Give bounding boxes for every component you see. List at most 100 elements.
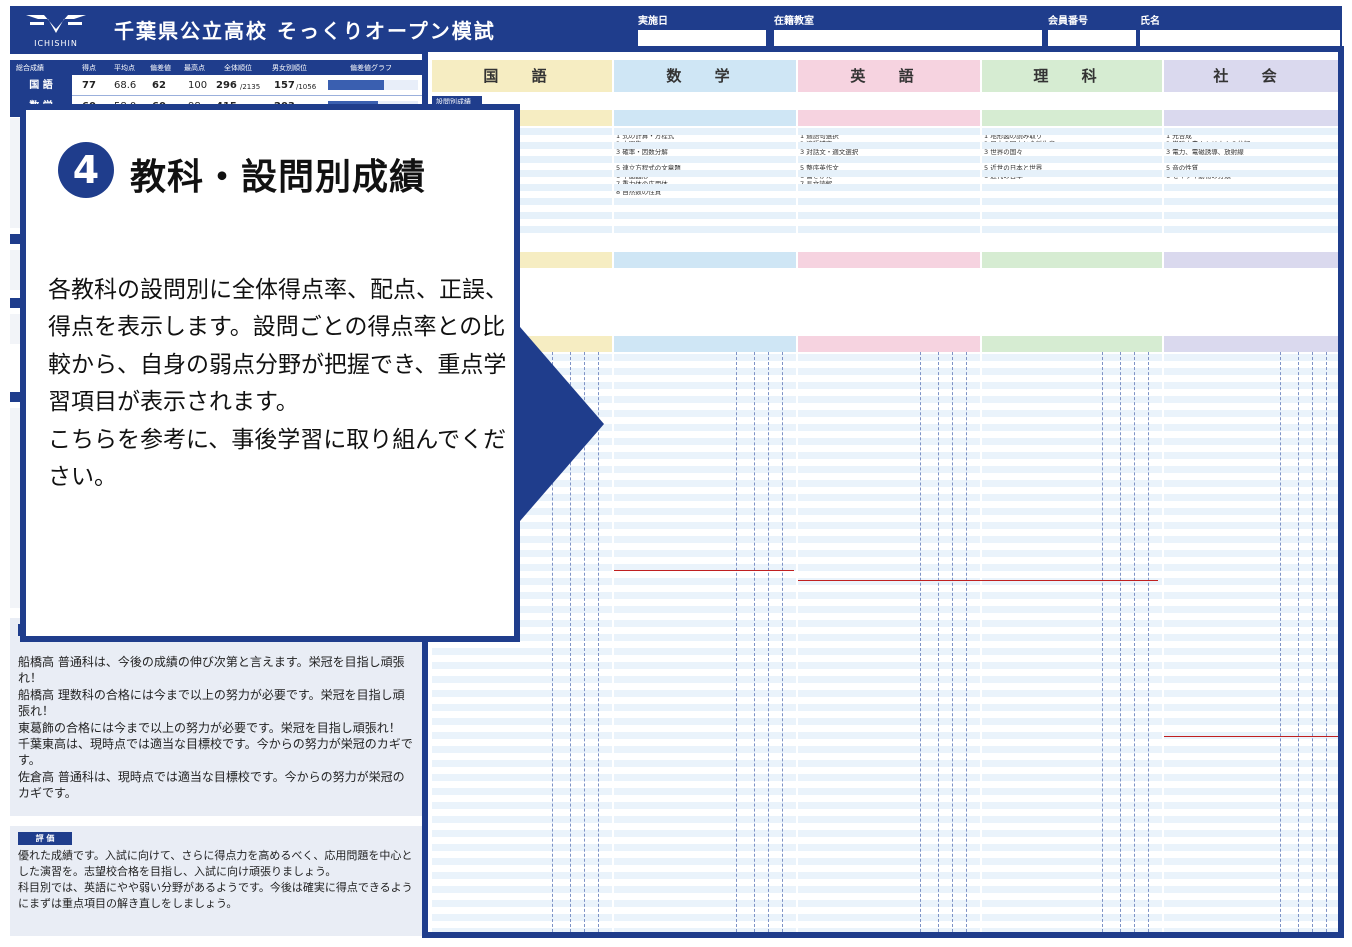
item-row-stripe bbox=[982, 212, 1162, 219]
question-row-stripe bbox=[432, 746, 612, 753]
question-row-stripe bbox=[1164, 354, 1338, 361]
name-label: 氏名 bbox=[1140, 16, 1160, 27]
question-row-stripe bbox=[982, 914, 1162, 921]
question-row-stripe bbox=[1164, 368, 1338, 375]
question-row-stripe bbox=[1164, 466, 1338, 473]
question-row-stripe bbox=[432, 690, 612, 697]
deviation-bar bbox=[328, 80, 418, 90]
question-row-stripe bbox=[982, 368, 1162, 375]
logo-text: ICHISHIN bbox=[34, 39, 78, 48]
weak-item-header-strip bbox=[1164, 252, 1338, 268]
question-row-stripe bbox=[982, 718, 1162, 725]
question-row-stripe bbox=[982, 774, 1162, 781]
summary-col-label: 総合成績 bbox=[16, 64, 44, 72]
question-row-stripe bbox=[1164, 494, 1338, 501]
score-column-divider bbox=[1312, 352, 1313, 932]
weak-item-header-strip bbox=[798, 252, 980, 268]
question-row-stripe bbox=[1164, 536, 1338, 543]
feature-callout: 4 教科・設問別成績 各教科の設問別に全体得点率、配点、正誤、得点を表示します。… bbox=[20, 104, 520, 642]
exam-title: 千葉県公立高校 そっくりオープン模試 bbox=[114, 19, 496, 43]
item-row-stripe bbox=[798, 156, 980, 163]
evaluation-box: 評 価 優れた成績です。入試に向けて、さらに得点力を高めるべく、応用問題を中心と… bbox=[10, 826, 422, 936]
score-column-divider bbox=[1326, 352, 1327, 932]
question-row-stripe bbox=[982, 704, 1162, 711]
summary-header-row: 総合成績 得点 平均点 偏差値 最高点 全体順位 男女別順位 偏差値グラフ bbox=[10, 60, 422, 75]
question-row-stripe bbox=[982, 900, 1162, 907]
score-column-divider bbox=[768, 352, 769, 932]
summary-gender-rank: 157 bbox=[274, 80, 295, 91]
page: ICHISHIN 千葉県公立高校 そっくりオープン模試 実施日 在籍教室 会員番… bbox=[0, 0, 1352, 947]
item-row-stripe bbox=[614, 142, 796, 149]
question-row-stripe bbox=[982, 564, 1162, 571]
subject-english: 英 語 bbox=[798, 60, 980, 92]
question-row-stripe bbox=[1164, 914, 1338, 921]
focus-threshold-line bbox=[1164, 736, 1338, 737]
question-row-stripe bbox=[982, 788, 1162, 795]
question-row-stripe bbox=[1164, 592, 1338, 599]
question-row-stripe bbox=[982, 438, 1162, 445]
question-row-stripe bbox=[982, 760, 1162, 767]
callout-number: 4 bbox=[58, 142, 114, 198]
question-row-stripe bbox=[432, 928, 612, 932]
focus-threshold-line bbox=[614, 570, 794, 571]
question-header-strip bbox=[798, 336, 980, 352]
score-column-divider bbox=[1134, 352, 1135, 932]
question-row-stripe bbox=[982, 830, 1162, 837]
rate-column-divider bbox=[1280, 352, 1281, 932]
focus-threshold-line bbox=[798, 580, 1158, 581]
summary-col-max: 最高点 bbox=[184, 64, 205, 72]
ichishin-logo: ICHISHIN bbox=[16, 9, 96, 51]
subject-japanese: 国 語 bbox=[432, 60, 612, 92]
item-row-stripe bbox=[982, 128, 1162, 135]
rate-column-divider bbox=[920, 352, 921, 932]
summary-gender-total: /1056 bbox=[296, 83, 317, 91]
advice-box: 船橋高 普通科は、今後の成績の伸び次第と言えます。栄冠を目指し頑張れ！ 船橋高 … bbox=[10, 618, 422, 816]
summary-col-score: 得点 bbox=[82, 64, 96, 72]
item-row-stripe bbox=[1164, 128, 1338, 135]
question-row-stripe bbox=[982, 494, 1162, 501]
question-row-stripe bbox=[982, 858, 1162, 865]
subject-science: 理 科 bbox=[982, 60, 1162, 92]
member-number-label: 会員番号 bbox=[1048, 16, 1088, 27]
question-row-stripe bbox=[1164, 382, 1338, 389]
section-marker bbox=[10, 234, 20, 244]
score-column-divider bbox=[782, 352, 783, 932]
question-row-stripe bbox=[982, 690, 1162, 697]
subject-social: 社 会 bbox=[1164, 60, 1338, 92]
item-row-stripe bbox=[798, 170, 980, 177]
question-row-stripe bbox=[982, 746, 1162, 753]
question-row-stripe bbox=[432, 662, 612, 669]
question-row-stripe bbox=[1164, 606, 1338, 613]
question-row-stripe bbox=[1164, 802, 1338, 809]
callout-arrow-icon bbox=[514, 320, 604, 528]
item-row-stripe bbox=[1164, 170, 1338, 177]
question-row-stripe bbox=[432, 732, 612, 739]
item-row-stripe bbox=[614, 198, 796, 205]
summary-score: 77 bbox=[82, 80, 96, 91]
question-row-stripe bbox=[1164, 858, 1338, 865]
item-row-stripe bbox=[614, 128, 796, 135]
item-row-stripe bbox=[614, 212, 796, 219]
item-row-stripe bbox=[614, 170, 796, 177]
question-row-stripe bbox=[982, 732, 1162, 739]
question-row-stripe bbox=[982, 382, 1162, 389]
deviation-bar-fill bbox=[328, 80, 384, 90]
date-field: 実施日 bbox=[638, 12, 766, 48]
item-row-stripe bbox=[798, 184, 980, 191]
rate-column-divider bbox=[1102, 352, 1103, 932]
item-row-stripe bbox=[614, 156, 796, 163]
question-row-stripe bbox=[432, 858, 612, 865]
item-row-stripe bbox=[982, 226, 1162, 233]
summary-rank-total: /2135 bbox=[240, 83, 261, 91]
name-field: 氏名 bbox=[1140, 12, 1340, 48]
question-row-stripe bbox=[432, 648, 612, 655]
summary-col-average: 平均点 bbox=[114, 64, 135, 72]
question-row-stripe bbox=[1164, 788, 1338, 795]
item-row-stripe bbox=[614, 184, 796, 191]
question-row-stripe bbox=[1164, 648, 1338, 655]
subject-math: 数 学 bbox=[614, 60, 796, 92]
item-row-stripe bbox=[1164, 184, 1338, 191]
question-row-stripe bbox=[982, 452, 1162, 459]
question-row-stripe bbox=[1164, 634, 1338, 641]
member-number-field: 会員番号 bbox=[1048, 12, 1136, 48]
